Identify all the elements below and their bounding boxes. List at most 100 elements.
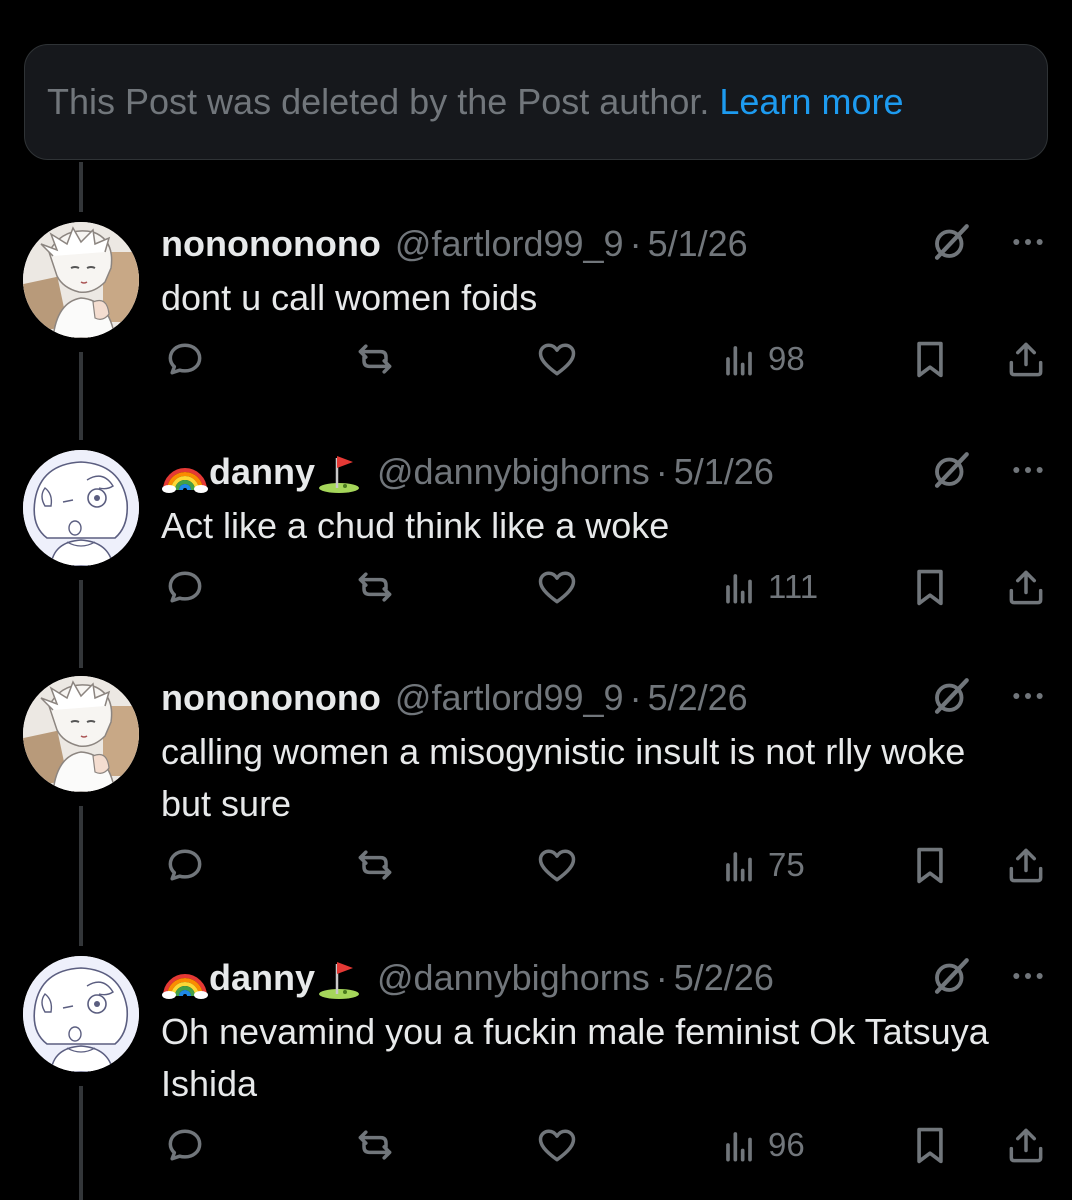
share-button[interactable] — [1004, 840, 1048, 890]
share-icon — [1004, 1123, 1048, 1167]
post-text: dont u call women foids — [161, 277, 538, 318]
like-button[interactable] — [535, 334, 579, 384]
repost-icon — [353, 1123, 397, 1167]
more-icon[interactable] — [1008, 220, 1048, 269]
heart-icon — [535, 565, 579, 609]
heart-icon — [535, 843, 579, 887]
views-icon — [722, 843, 756, 887]
action-bar: 75 — [0, 840, 1072, 890]
reply-icon — [163, 843, 207, 887]
separator-dot: · — [629, 677, 642, 718]
post-date[interactable]: 5/2/26 — [648, 677, 748, 719]
repost-icon — [353, 337, 397, 381]
avatar[interactable] — [23, 450, 139, 566]
header-icons — [930, 676, 1048, 720]
post-header: danny @dannybighorns · 5/1/26 — [161, 450, 774, 494]
post-date[interactable]: 5/2/26 — [674, 957, 774, 999]
repost-button[interactable] — [353, 840, 397, 890]
repost-button[interactable] — [353, 562, 397, 612]
bookmark-icon — [910, 1123, 950, 1167]
deleted-post-notice: This Post was deleted by the Post author… — [24, 44, 1048, 160]
learn-more-link[interactable]: Learn more — [719, 81, 903, 123]
share-button[interactable] — [1004, 1120, 1048, 1170]
avatar[interactable] — [23, 222, 139, 338]
views-count: 75 — [768, 846, 805, 883]
like-button[interactable] — [535, 562, 579, 612]
handle[interactable]: @dannybighorns — [377, 957, 650, 999]
bookmark-button[interactable] — [910, 562, 950, 612]
views-button[interactable]: 98 — [722, 334, 805, 384]
separator-dot: · — [655, 451, 668, 492]
share-icon — [1004, 843, 1048, 887]
rainbow-emoji — [161, 450, 209, 494]
more-icon[interactable] — [1008, 954, 1048, 1003]
reply-icon — [163, 565, 207, 609]
bookmark-button[interactable] — [910, 840, 950, 890]
display-name[interactable]: danny — [209, 957, 315, 999]
handle[interactable]: @fartlord99_9 — [395, 223, 624, 265]
thread-line — [79, 162, 83, 212]
golf-flag-emoji — [315, 450, 363, 494]
grok-icon[interactable] — [930, 449, 972, 496]
repost-icon — [353, 843, 397, 887]
repost-button[interactable] — [353, 334, 397, 384]
views-icon — [722, 565, 756, 609]
reply-button[interactable] — [163, 1120, 207, 1170]
like-button[interactable] — [535, 1120, 579, 1170]
rainbow-emoji — [161, 956, 209, 1000]
avatar[interactable] — [23, 956, 139, 1072]
repost-button[interactable] — [353, 1120, 397, 1170]
display-name[interactable]: nonononono — [161, 223, 381, 265]
header-icons — [930, 222, 1048, 266]
views-icon — [722, 337, 756, 381]
more-icon[interactable] — [1008, 674, 1048, 723]
separator-dot: · — [655, 957, 668, 998]
grok-icon[interactable] — [930, 221, 972, 268]
display-name[interactable]: danny — [209, 451, 315, 493]
views-count: 111 — [768, 568, 819, 605]
bookmark-button[interactable] — [910, 1120, 950, 1170]
reply-icon — [163, 337, 207, 381]
like-button[interactable] — [535, 840, 579, 890]
share-button[interactable] — [1004, 562, 1048, 612]
action-bar: 98 — [0, 334, 1072, 384]
post-text: Oh nevamind you a fuckin male feminist O… — [161, 1011, 989, 1104]
reply-button[interactable] — [163, 840, 207, 890]
bookmark-button[interactable] — [910, 334, 950, 384]
bookmark-icon — [910, 843, 950, 887]
reply-button[interactable] — [163, 334, 207, 384]
grok-icon[interactable] — [930, 675, 972, 722]
golf-flag-emoji — [315, 956, 363, 1000]
post-text: Act like a chud think like a woke — [161, 505, 670, 546]
heart-icon — [535, 1123, 579, 1167]
header-icons — [930, 956, 1048, 1000]
bookmark-icon — [910, 565, 950, 609]
header-icons — [930, 450, 1048, 494]
reply-icon — [163, 1123, 207, 1167]
views-button[interactable]: 75 — [722, 840, 805, 890]
post-header: nonononono @fartlord99_9 · 5/2/26 — [161, 676, 748, 720]
reply-button[interactable] — [163, 562, 207, 612]
handle[interactable]: @fartlord99_9 — [395, 677, 624, 719]
views-button[interactable]: 96 — [722, 1120, 805, 1170]
display-name[interactable]: nonononono — [161, 677, 381, 719]
views-count: 96 — [768, 1126, 805, 1163]
post-header: danny @dannybighorns · 5/2/26 — [161, 956, 774, 1000]
grok-icon[interactable] — [930, 955, 972, 1002]
post-text: calling women a misogynistic insult is n… — [161, 731, 966, 824]
action-bar: 111 — [0, 562, 1072, 612]
post-header: nonononono @fartlord99_9 · 5/1/26 — [161, 222, 748, 266]
views-button[interactable]: 111 — [722, 562, 818, 612]
avatar[interactable] — [23, 676, 139, 792]
handle[interactable]: @dannybighorns — [377, 451, 650, 493]
post-date[interactable]: 5/1/26 — [648, 223, 748, 265]
share-icon — [1004, 337, 1048, 381]
more-icon[interactable] — [1008, 448, 1048, 497]
repost-icon — [353, 565, 397, 609]
heart-icon — [535, 337, 579, 381]
share-button[interactable] — [1004, 334, 1048, 384]
views-icon — [722, 1123, 756, 1167]
bookmark-icon — [910, 337, 950, 381]
action-bar: 96 — [0, 1120, 1072, 1170]
post-date[interactable]: 5/1/26 — [674, 451, 774, 493]
